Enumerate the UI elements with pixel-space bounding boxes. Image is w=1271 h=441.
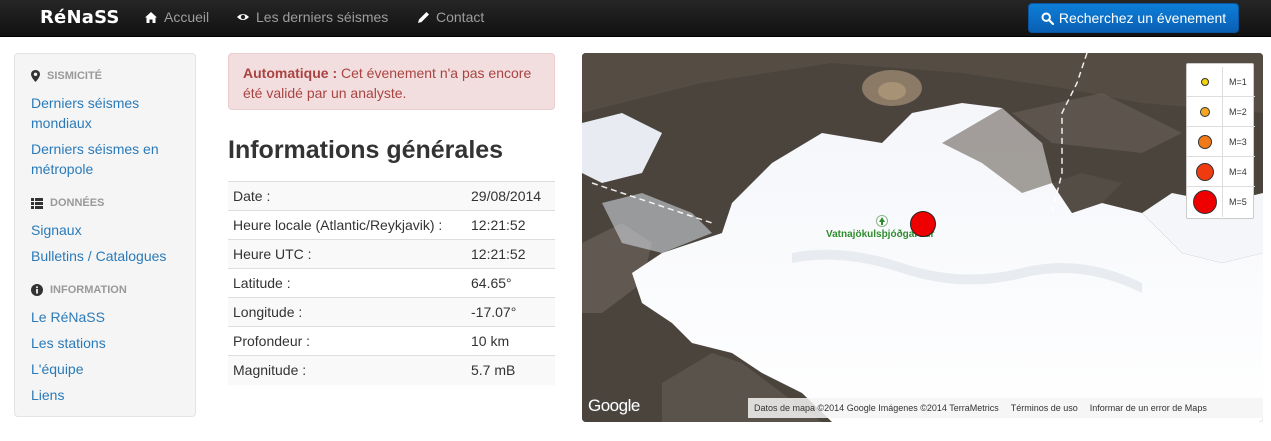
sidebar-link-team[interactable]: L'équipe — [31, 359, 191, 379]
legend-label: M=4 — [1229, 166, 1247, 177]
automatic-alert: Automatique : Cet évenement n'a pas enco… — [228, 53, 555, 110]
event-map[interactable]: Vatnajökulsþjóðgarður M=1 M=2 M=3 M=4 M=5 Go… — [582, 53, 1263, 422]
park-marker-icon[interactable] — [876, 215, 888, 227]
legend-dot — [1195, 162, 1214, 181]
sidebar-link-signals[interactable]: Signaux — [31, 220, 191, 240]
search-event-button[interactable]: Recherchez un évenement — [1028, 3, 1239, 33]
sidebar-section-title: SISMICITÉ — [47, 70, 103, 82]
map-attribution: Datos de mapa ©2014 Google Imágenes ©201… — [748, 398, 1263, 418]
sidebar-section-seismicity: SISMICITÉ — [31, 70, 102, 82]
legend-row: M=1 — [1187, 66, 1255, 97]
info-value: 12:21:52 — [467, 210, 555, 240]
map-terms-link[interactable]: Términos de uso — [1005, 403, 1084, 413]
nav-home-label: Accueil — [164, 9, 210, 25]
brand-logo[interactable]: RéNaSS — [40, 7, 120, 28]
sidebar-link-metropole-quakes[interactable]: Derniers séismes en métropole — [31, 139, 191, 179]
info-value: -17.07° — [467, 297, 555, 327]
legend-row: M=3 — [1187, 126, 1255, 157]
info-label: Profondeur : — [228, 326, 467, 356]
legend-row: M=5 — [1187, 187, 1255, 217]
info-row: Heure UTC :12:21:52 — [228, 239, 555, 269]
sidebar: SISMICITÉ Derniers séismes mondiaux Dern… — [14, 53, 196, 417]
info-label: Longitude : — [228, 297, 467, 327]
legend-dot — [1200, 77, 1209, 86]
legend-symbol — [1187, 156, 1223, 187]
legend-label: M=5 — [1229, 197, 1247, 207]
info-row: Longitude : -17.07° — [228, 297, 555, 327]
search-icon — [1041, 11, 1054, 25]
info-row: Heure locale (Atlantic/Reykjavik) :12:21… — [228, 210, 555, 240]
info-label: Latitude : — [228, 268, 467, 298]
map-report-error-link[interactable]: Informar de un error de Maps — [1084, 403, 1213, 413]
info-row: Latitude :64.65° — [228, 268, 555, 298]
list-icon — [31, 197, 43, 209]
sidebar-link-renass[interactable]: Le RéNaSS — [31, 307, 191, 327]
info-value: 10 km — [467, 326, 555, 356]
legend-row: M=2 — [1187, 96, 1255, 127]
legend-dot — [1192, 190, 1217, 214]
info-row: Profondeur :10 km — [228, 326, 555, 356]
legend-symbol — [1187, 187, 1223, 217]
sidebar-link-stations[interactable]: Les stations — [31, 333, 191, 353]
nav-home[interactable]: Accueil — [144, 9, 209, 25]
google-logo: Google — [588, 396, 640, 415]
nav-latest-quakes[interactable]: Les derniers séismes — [236, 9, 388, 25]
sidebar-link-bulletins[interactable]: Bulletins / Catalogues — [31, 246, 191, 266]
map-marker-icon — [31, 70, 40, 82]
info-value: 64.65° — [467, 268, 555, 298]
top-navbar: RéNaSS Accueil Les derniers séismes Cont… — [0, 0, 1271, 37]
legend-symbol — [1187, 126, 1223, 157]
sidebar-section-title: DONNÉES — [50, 197, 105, 209]
legend-symbol — [1187, 66, 1223, 97]
info-label: Heure UTC : — [228, 239, 467, 269]
eye-icon — [237, 14, 249, 20]
legend-dot — [1197, 134, 1212, 149]
sidebar-link-links[interactable]: Liens — [31, 385, 191, 405]
legend-dot — [1199, 106, 1210, 117]
info-label: Date : — [228, 181, 467, 211]
nav-latest-quakes-label: Les derniers séismes — [256, 9, 389, 25]
info-row: Date :29/08/2014 — [228, 181, 555, 211]
info-icon — [31, 284, 43, 296]
info-value: 12:21:52 — [467, 239, 555, 269]
search-event-label: Recherchez un évenement — [1058, 10, 1227, 26]
legend-label: M=3 — [1229, 136, 1247, 147]
info-value: 29/08/2014 — [467, 181, 555, 211]
map-data-credit: Datos de mapa ©2014 Google Imágenes ©201… — [754, 403, 999, 413]
nav-contact[interactable]: Contact — [417, 9, 484, 25]
general-info-table: Date :29/08/2014 Heure locale (Atlantic/R… — [228, 181, 555, 385]
page-title: Informations générales — [228, 136, 504, 164]
alert-label: Automatique : — [243, 65, 338, 81]
info-row: Magnitude :5.7 mB — [228, 355, 555, 385]
sidebar-section-data: DONNÉES — [31, 197, 104, 209]
sidebar-link-world-quakes[interactable]: Derniers séismes mondiaux — [31, 93, 191, 133]
earthquake-marker[interactable] — [910, 211, 936, 237]
info-value: 5.7 mB — [467, 355, 555, 385]
legend-label: M=1 — [1229, 76, 1247, 87]
home-icon — [145, 11, 157, 23]
sidebar-section-information: INFORMATION — [31, 284, 127, 296]
info-label: Magnitude : — [228, 355, 467, 385]
nav-contact-label: Contact — [436, 9, 485, 25]
pencil-icon — [418, 11, 429, 23]
magnitude-legend: M=1 M=2 M=3 M=4 M=5 — [1186, 63, 1255, 219]
legend-symbol — [1187, 96, 1223, 127]
legend-label: M=2 — [1229, 106, 1247, 117]
legend-row: M=4 — [1187, 156, 1255, 187]
sidebar-section-title: INFORMATION — [50, 284, 127, 296]
info-label: Heure locale (Atlantic/Reykjavik) : — [228, 210, 467, 240]
